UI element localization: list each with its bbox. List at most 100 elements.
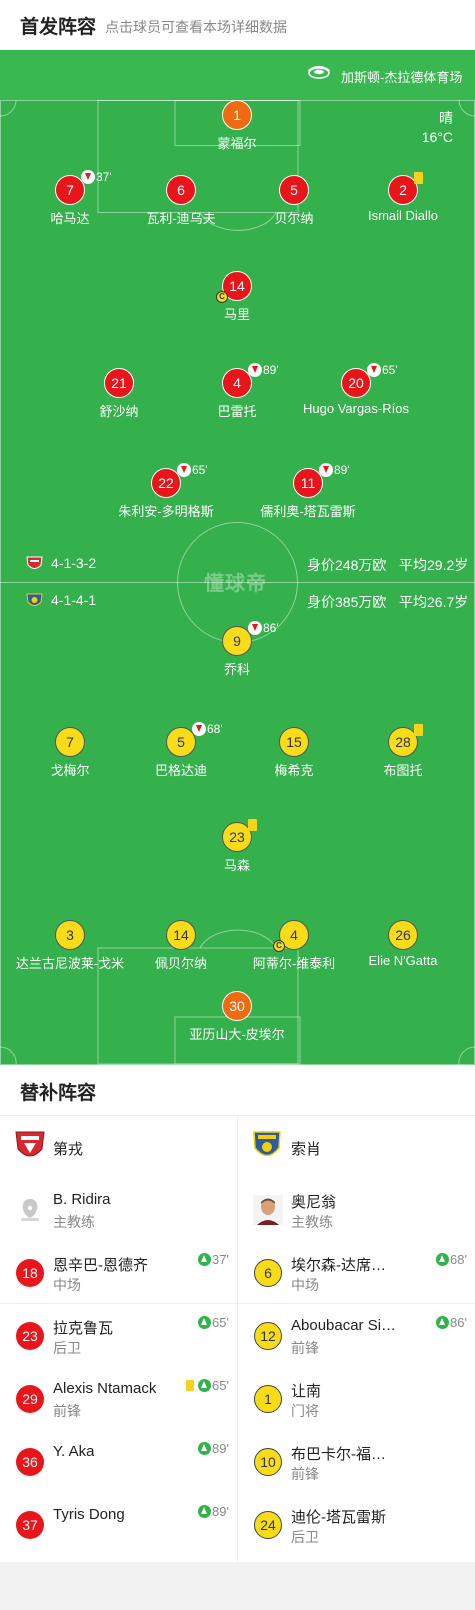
sub-in-icon [198, 1505, 212, 1518]
yellow-card-icon [248, 819, 257, 831]
sub-in-icon [198, 1253, 212, 1266]
substitute-name: 迪伦-塔瓦雷斯 [291, 1509, 386, 1526]
yellow-card-icon [414, 172, 423, 184]
substitute-name: 埃尔森-达席… [291, 1257, 386, 1274]
sub-in-icon [198, 1379, 212, 1392]
player-name: 乔科 [223, 662, 250, 677]
substitutes-title: 替补阵容 [20, 1083, 97, 1104]
substitute-row[interactable]: 1 让南 门将 [238, 1367, 475, 1430]
substitute-row[interactable]: 37 Tyris Dong 89' [0, 1493, 237, 1556]
substitution-out: 65' [367, 362, 398, 378]
weather-temperature: 16°C [421, 129, 453, 145]
substitution-out: 86' [248, 620, 279, 636]
substitution-out: 89' [248, 362, 279, 378]
pitch-player[interactable]: 2 Ismail Diallo [328, 172, 475, 227]
sub-in-minute: 86' [450, 1315, 467, 1330]
substitute-name: 让南 [291, 1383, 322, 1400]
substitute-name: 布巴卡尔-福… [291, 1446, 386, 1463]
substitutes-section: 替补阵容 第戎 B. Ridira 主教练 18 恩辛巴-恩德齐 中场 37' … [0, 1065, 475, 1562]
sub-out-icon [177, 463, 191, 477]
player-name: 蒙福尔 [217, 136, 257, 151]
jersey-number: 5 [279, 175, 309, 205]
player-name: 马里 [223, 307, 250, 322]
coach-name: B. Ridira [53, 1191, 111, 1208]
coach-role: 主教练 [53, 1214, 95, 1230]
sub-out-icon [248, 621, 262, 635]
away-team-name: 索肖 [291, 1141, 322, 1158]
substitute-number: 36 [16, 1448, 44, 1476]
pitch-player[interactable]: 26 Elie N'Gatta [328, 920, 475, 972]
jersey-number: 30 [222, 991, 252, 1021]
pitch-player[interactable]: 23 马森 [162, 819, 312, 874]
substitute-number: 24 [254, 1511, 282, 1539]
substitute-row[interactable]: 36 Y. Aka 89' [0, 1430, 237, 1493]
sub-in-minute: 65' [212, 1315, 229, 1330]
substitution-out: 65' [177, 462, 208, 478]
player-name: Hugo Vargas-Ríos [303, 401, 409, 416]
substitution-in: 68' [436, 1252, 467, 1267]
yellow-card-icon [414, 724, 423, 736]
sub-in-icon [198, 1316, 212, 1329]
page-subtitle: 点击球员可查看本场详细数据 [105, 19, 287, 35]
substitution-in: 37' [198, 1252, 229, 1267]
coach-photo-icon [253, 1195, 283, 1225]
sub-out-minute: 65' [382, 363, 398, 377]
substitute-row[interactable]: 18 恩辛巴-恩德齐 中场 37' [0, 1241, 237, 1304]
away-formation: 4-1-4-1 [51, 592, 97, 608]
lineup-header: 首发阵容 点击球员可查看本场详细数据 [0, 0, 475, 50]
jersey-number: 7 [55, 727, 85, 757]
sub-in-minute: 37' [212, 1252, 229, 1267]
sub-in-minute: 89' [212, 1441, 229, 1456]
sub-in-minute: 68' [450, 1252, 467, 1267]
substitute-name: 拉克鲁瓦 [53, 1320, 114, 1337]
pitch-player[interactable]: 20 65' Hugo Vargas-Ríos [281, 363, 431, 420]
pitch: 加斯顿-杰拉德体育场 晴 16°C 懂球帝 4-1-3-2 身价248万欧 平均… [0, 50, 475, 1065]
away-formation-row: 4-1-4-1 身价385万欧 平均26.7岁 [0, 591, 475, 611]
away-market-value: 身价385万欧 [307, 594, 387, 610]
sub-out-minute: 65' [192, 463, 208, 477]
substitute-position: 前锋 [53, 1403, 81, 1419]
pitch-player[interactable]: 30 亚历山大-皮埃尔 [162, 991, 312, 1043]
sub-out-icon [192, 722, 206, 736]
substitute-name: Aboubacar Si… [291, 1317, 397, 1334]
coach-row: B. Ridira 主教练 [0, 1178, 237, 1241]
dijon-badge-icon [26, 556, 43, 569]
pitch-player[interactable]: 11 89' 儒利奥-塔瓦雷斯 [233, 463, 383, 520]
substitution-out: 89' [319, 462, 350, 478]
substitute-position: 门将 [291, 1403, 319, 1419]
substitute-number: 23 [16, 1322, 44, 1350]
sub-in-icon [436, 1316, 450, 1329]
substitute-position: 后卫 [53, 1340, 81, 1356]
captain-icon: C [273, 940, 285, 952]
substitute-number: 10 [254, 1448, 282, 1476]
substitute-position: 中场 [291, 1277, 319, 1293]
jersey-number: 26 [388, 920, 418, 950]
coach-name: 奥尼翁 [291, 1194, 337, 1211]
substitute-row[interactable]: 29 Alexis Ntamack 前锋 65' [0, 1367, 237, 1430]
home-formation: 4-1-3-2 [51, 555, 97, 571]
pitch-player[interactable]: 22 65' 朱利安-多明格斯 [91, 463, 241, 520]
home-team-row: 第戎 [0, 1115, 237, 1178]
substitute-position: 后卫 [291, 1529, 319, 1545]
substitute-row[interactable]: 6 埃尔森-达席… 中场 68' [238, 1241, 475, 1304]
substitute-row[interactable]: 10 布巴卡尔-福… 前锋 [238, 1430, 475, 1493]
pitch-player[interactable]: 9 86' 乔科 [162, 621, 312, 678]
jersey-number: 3 [55, 920, 85, 950]
home-team-name: 第戎 [53, 1141, 84, 1158]
substitute-position: 前锋 [291, 1466, 319, 1482]
substitute-name: Y. Aka [53, 1443, 95, 1460]
pitch-player[interactable]: 1 蒙福尔 [162, 100, 312, 152]
player-name: 朱利安-多明格斯 [118, 504, 214, 519]
substitute-row[interactable]: 12 Aboubacar Si… 前锋 86' [238, 1304, 475, 1367]
home-formation-row: 4-1-3-2 身价248万欧 平均29.2岁 [0, 554, 475, 574]
substitute-number: 18 [16, 1259, 44, 1287]
away-average-age: 平均26.7岁 [399, 594, 469, 610]
substitute-row[interactable]: 23 拉克鲁瓦 后卫 65' [0, 1304, 237, 1367]
weather-condition: 晴 [439, 110, 453, 126]
pitch-player[interactable]: 28 布图托 [328, 724, 475, 779]
player-name: 布图托 [383, 763, 423, 778]
pitch-player[interactable]: 14 C 马里 [162, 271, 312, 323]
page-title: 首发阵容 [20, 17, 97, 38]
dijon-badge-icon [15, 1131, 45, 1157]
substitute-row[interactable]: 24 迪伦-塔瓦雷斯 后卫 [238, 1493, 475, 1556]
